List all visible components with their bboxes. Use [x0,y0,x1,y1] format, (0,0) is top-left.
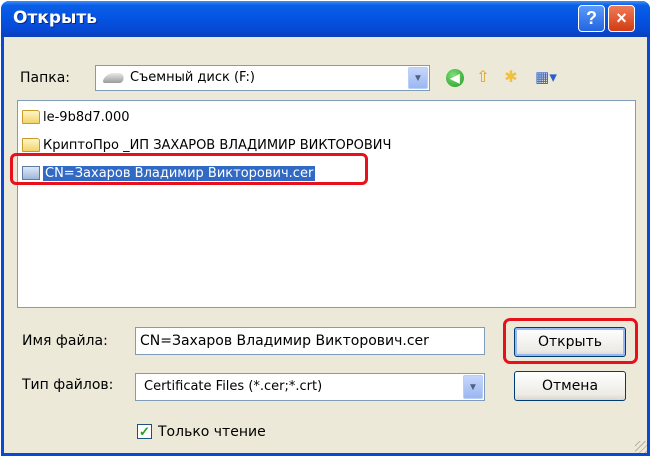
folder-select[interactable]: Съемный диск (F:) ▼ [95,65,430,91]
list-item[interactable]: le-9b8d7.000 [22,107,130,127]
window-title: Открыть [13,8,97,28]
folder-label: Папка: [20,70,71,86]
filetype-select[interactable]: Certificate Files (*.cer;*.crt) ▼ [135,373,485,401]
resize-grip-icon[interactable] [635,441,647,453]
readonly-checkbox[interactable]: ✓ [137,424,152,439]
folder-select-value: Съемный диск (F:) [130,70,255,85]
up-folder-icon[interactable]: ⇧ [472,67,494,89]
filename-label: Имя файла: [22,333,108,349]
list-item[interactable]: КриптоПро _ИП ЗАХАРОВ ВЛАДИМИР ВИКТОРОВИ… [22,135,391,155]
views-menu-icon[interactable]: ▦▾ [528,67,564,89]
folder-icon [22,110,40,124]
list-item-label: le-9b8d7.000 [43,109,130,125]
help-button[interactable]: ? [578,5,605,32]
cancel-button[interactable]: Отмена [514,371,626,401]
folder-icon [22,138,40,152]
open-button-highlight-annotation [503,318,638,364]
filename-input-value: CN=Захаров Владимир Викторович.cer [140,333,429,349]
back-arrow-icon[interactable]: ◀ [444,67,466,89]
filetype-select-value: Certificate Files (*.cer;*.crt) [144,379,323,394]
chevron-down-icon[interactable]: ▼ [408,67,428,89]
readonly-label: Только чтение [158,424,266,440]
filetype-label: Тип файлов: [22,377,114,393]
file-list[interactable]: le-9b8d7.000 КриптоПро _ИП ЗАХАРОВ ВЛАДИ… [17,100,636,308]
filename-input[interactable]: CN=Захаров Владимир Викторович.cer [135,327,485,355]
list-item-label: КриптоПро _ИП ЗАХАРОВ ВЛАДИМИР ВИКТОРОВИ… [43,137,392,153]
selection-highlight-annotation [10,153,368,185]
removable-drive-icon [102,73,126,83]
close-button[interactable]: × [608,5,635,32]
chevron-down-icon[interactable]: ▼ [463,375,483,399]
title-bar[interactable]: Открыть ? × [1,1,650,37]
new-folder-icon[interactable]: ✱ [500,67,522,89]
